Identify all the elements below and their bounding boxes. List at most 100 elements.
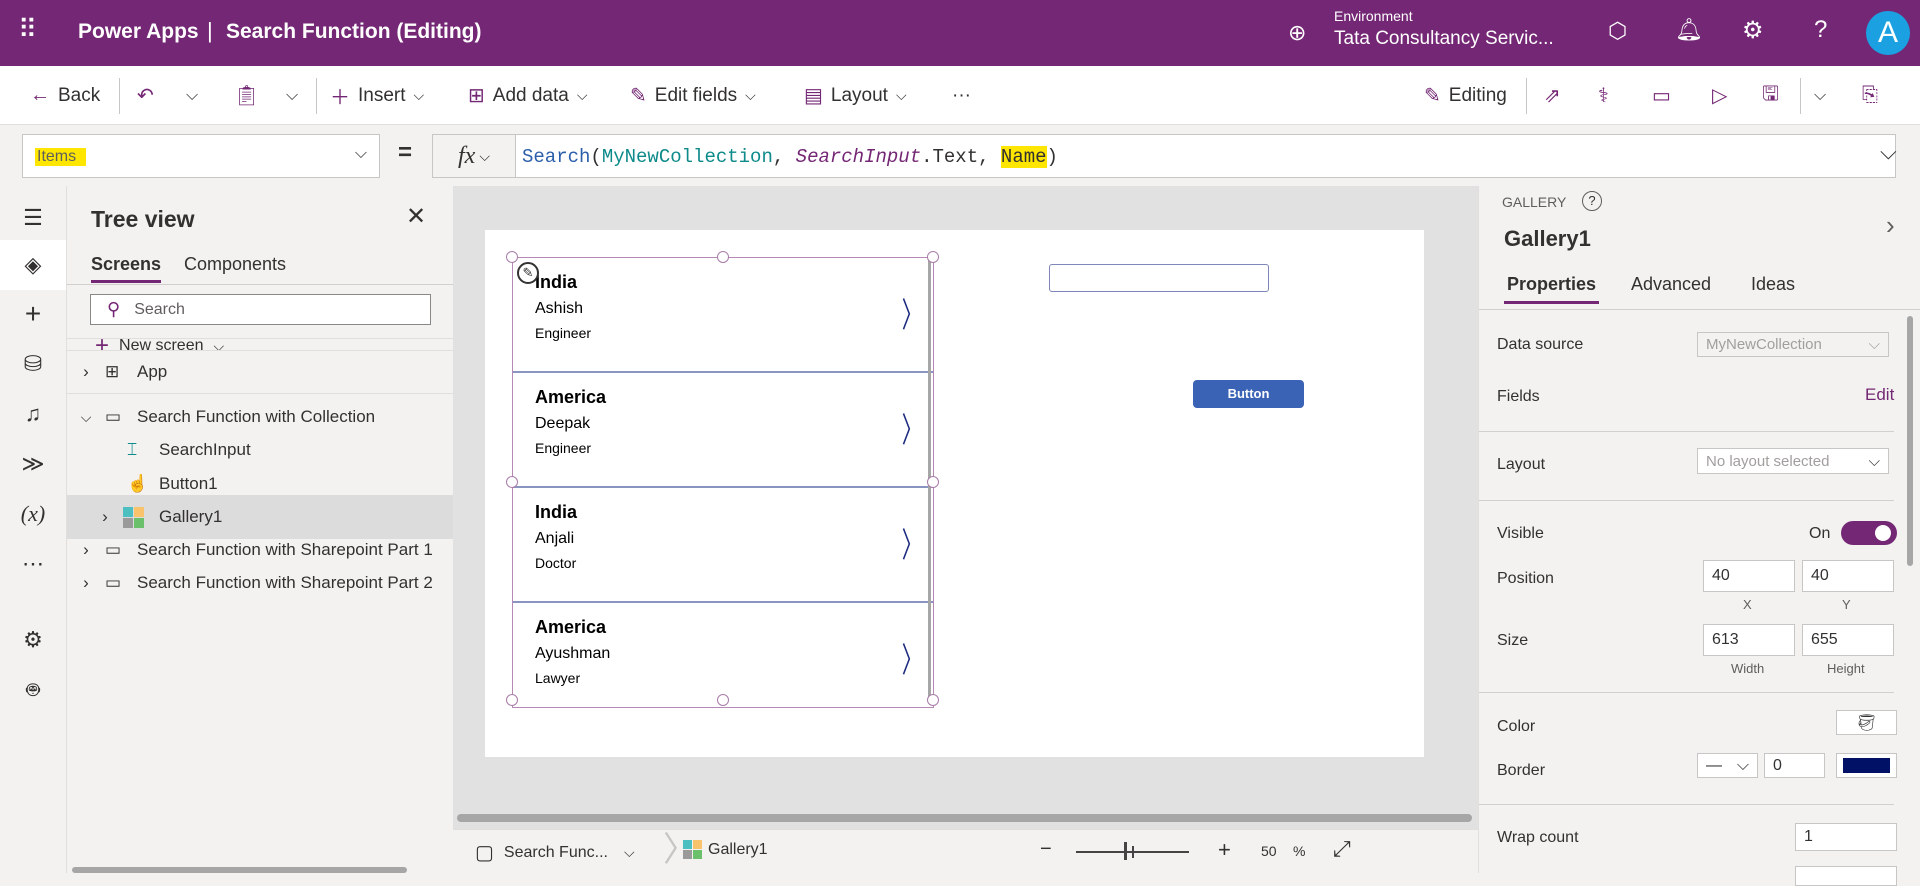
chevron-right-icon[interactable]: 〉 bbox=[902, 288, 922, 337]
close-icon[interactable]: ✕ bbox=[406, 202, 426, 231]
chevron-right-icon[interactable]: 〉 bbox=[902, 518, 922, 567]
screen-selector[interactable]: ▢ Search Func... ⌵ bbox=[475, 840, 635, 865]
border-style-select[interactable]: — ⌵ bbox=[1697, 753, 1758, 778]
publish-button[interactable]: ⎘ bbox=[1862, 66, 1878, 125]
undo-menu-button[interactable]: ⌵ bbox=[186, 66, 198, 125]
tree-view-icon[interactable]: ◈ bbox=[0, 240, 66, 290]
resize-handle[interactable] bbox=[506, 694, 518, 706]
panel-scrollbar[interactable] bbox=[1907, 316, 1913, 566]
settings-icon[interactable]: ⚙ bbox=[0, 616, 66, 664]
tab-ideas[interactable]: Ideas bbox=[1751, 274, 1795, 295]
tree-horizontal-scrollbar[interactable] bbox=[72, 867, 407, 873]
function-button[interactable]: fx ⌵ bbox=[432, 134, 516, 178]
canvas-horizontal-scrollbar[interactable] bbox=[457, 814, 1472, 822]
gallery-row[interactable]: America Deepak Engineer 〉 bbox=[513, 373, 933, 488]
y-label: Y bbox=[1842, 597, 1851, 612]
zoom-out-button[interactable]: − bbox=[1040, 838, 1052, 861]
data-source-select[interactable]: MyNewCollection ⌵ bbox=[1697, 332, 1889, 357]
edit-fields-button[interactable]: ✎ Edit fields ⌵ bbox=[630, 66, 756, 125]
tree-item-label: SearchInput bbox=[159, 440, 251, 459]
left-rail: ☰ ◈ + ⛁ ♫ ≫ (x) ⋯ ⚙ 🤖︎ bbox=[0, 186, 67, 873]
resize-handle[interactable] bbox=[927, 476, 939, 488]
paste-button[interactable]: 📋︎ bbox=[234, 66, 259, 125]
undo-button[interactable]: ↶ bbox=[137, 66, 154, 125]
resize-handle[interactable] bbox=[717, 694, 729, 706]
save-menu-button[interactable]: ⌵ bbox=[1814, 66, 1826, 125]
insert-icon[interactable]: + bbox=[0, 290, 66, 338]
wrap-count-input[interactable]: 1 bbox=[1795, 823, 1897, 851]
resize-handle[interactable] bbox=[717, 251, 729, 263]
menu-icon[interactable]: ☰ bbox=[0, 194, 66, 242]
formula-input[interactable]: Search(MyNewCollection, SearchInput.Text… bbox=[515, 134, 1896, 178]
tab-advanced[interactable]: Advanced bbox=[1631, 274, 1711, 295]
search-icon: ⚲ bbox=[107, 299, 121, 319]
width-input[interactable]: 613 bbox=[1703, 624, 1795, 656]
preview-button[interactable]: ▷ bbox=[1712, 66, 1727, 125]
help-icon[interactable]: ? bbox=[1582, 191, 1602, 211]
paste-menu-button[interactable]: ⌵ bbox=[286, 66, 298, 125]
edit-pencil-icon[interactable]: ✎ bbox=[517, 262, 539, 284]
avatar[interactable]: A bbox=[1866, 11, 1910, 55]
tab-properties[interactable]: Properties bbox=[1504, 274, 1600, 304]
breadcrumb-gallery1[interactable]: Gallery1 bbox=[683, 840, 768, 859]
tab-screens[interactable]: Screens bbox=[91, 254, 162, 283]
gear-icon[interactable]: ⚙ bbox=[1742, 16, 1764, 45]
chevron-right-icon[interactable]: 〉 bbox=[902, 633, 922, 682]
property-select[interactable]: Items ⌵ bbox=[22, 134, 380, 178]
undo-icon: ↶ bbox=[137, 85, 154, 107]
gallery-row[interactable]: India Anjali Doctor 〉 bbox=[513, 488, 933, 603]
waffle-icon[interactable]: ⠿ bbox=[18, 14, 37, 45]
tree-item-app[interactable]: › ⊞ App bbox=[67, 350, 453, 394]
layout-select[interactable]: No layout selected ⌵ bbox=[1697, 448, 1889, 474]
next-property-input[interactable] bbox=[1795, 866, 1897, 886]
variables-icon[interactable]: (x) bbox=[0, 490, 66, 538]
resize-handle[interactable] bbox=[927, 694, 939, 706]
border-width-input[interactable]: 0 bbox=[1764, 753, 1825, 778]
environment-icon[interactable]: ⊕ bbox=[1288, 20, 1306, 46]
position-y-input[interactable]: 40 bbox=[1802, 560, 1894, 592]
help-icon[interactable]: ? bbox=[1814, 16, 1827, 44]
button1-control[interactable]: Button bbox=[1193, 380, 1304, 408]
environment-name[interactable]: Tata Consultancy Servic... bbox=[1334, 28, 1554, 50]
border-color-picker[interactable] bbox=[1836, 753, 1897, 778]
search-input-control[interactable] bbox=[1049, 264, 1269, 292]
zoom-in-button[interactable]: + bbox=[1218, 837, 1231, 863]
insert-button[interactable]: ＋ Insert ⌵ bbox=[330, 66, 424, 125]
tree-search-input[interactable]: ⚲ Search bbox=[90, 294, 431, 325]
color-picker[interactable]: 🪣︎ bbox=[1836, 710, 1897, 735]
divider bbox=[1800, 78, 1801, 114]
resize-handle[interactable] bbox=[927, 251, 939, 263]
power-automate-icon[interactable]: ≫ bbox=[0, 440, 66, 488]
resize-handle[interactable] bbox=[506, 476, 518, 488]
fit-to-window-icon[interactable]: ⤢ bbox=[1333, 836, 1351, 862]
tab-components[interactable]: Components bbox=[184, 254, 286, 275]
visible-toggle[interactable] bbox=[1841, 521, 1897, 545]
app-screen-canvas[interactable]: India Ashish Engineer 〉 America Deepak Engine… bbox=[485, 230, 1424, 757]
share-button[interactable]: ⇗ bbox=[1544, 66, 1561, 125]
chevron-right-icon[interactable]: 〉 bbox=[902, 403, 922, 452]
media-icon[interactable]: ♫ bbox=[0, 390, 66, 438]
resize-handle[interactable] bbox=[506, 251, 518, 263]
copilot-bot-icon[interactable]: 🤖︎ bbox=[0, 666, 66, 714]
more-button[interactable]: ··· bbox=[952, 66, 971, 125]
editing-button[interactable]: ✎ Editing bbox=[1424, 66, 1507, 125]
comments-button[interactable]: ▭ bbox=[1652, 66, 1671, 125]
expand-formula-icon[interactable]: ⌵ bbox=[1880, 139, 1897, 165]
copilot-icon[interactable]: ⬡ bbox=[1608, 18, 1627, 44]
app-checker-button[interactable]: ⚕ bbox=[1598, 66, 1609, 125]
data-icon[interactable]: ⛁ bbox=[0, 340, 66, 388]
add-data-button[interactable]: ⊞ Add data ⌵ bbox=[468, 66, 587, 125]
fields-edit-link[interactable]: Edit bbox=[1865, 385, 1894, 405]
bell-icon[interactable]: 🔔︎ bbox=[1675, 17, 1703, 43]
height-input[interactable]: 655 bbox=[1802, 624, 1894, 656]
gallery1[interactable]: India Ashish Engineer 〉 America Deepak Engine… bbox=[506, 251, 939, 708]
tree-item-screen-sharepoint-2[interactable]: › ▭ Search Function with Sharepoint Part 2 bbox=[67, 561, 453, 605]
zoom-slider-thumb[interactable] bbox=[1123, 842, 1127, 860]
back-button[interactable]: ← Back bbox=[30, 66, 100, 125]
save-button[interactable]: 🖫︎ bbox=[1762, 66, 1779, 125]
more-icon[interactable]: ⋯ bbox=[0, 540, 66, 588]
gallery-row[interactable]: India Ashish Engineer 〉 bbox=[513, 258, 933, 373]
layout-button[interactable]: ▤ Layout ⌵ bbox=[804, 66, 907, 125]
position-x-input[interactable]: 40 bbox=[1703, 560, 1795, 592]
chevron-right-icon[interactable]: › bbox=[1886, 210, 1895, 241]
